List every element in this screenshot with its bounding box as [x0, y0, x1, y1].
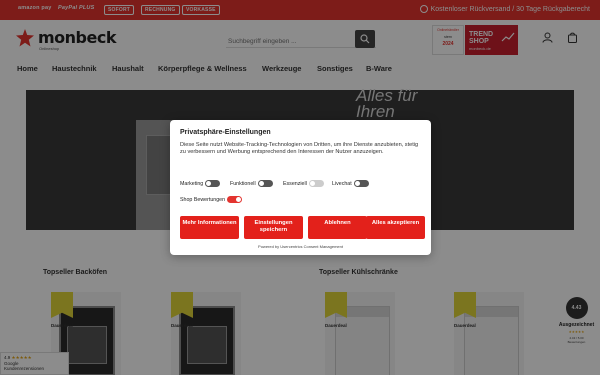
toggle-switch[interactable] — [205, 180, 221, 187]
toggle-switch-disabled — [308, 180, 324, 187]
accept-all-button[interactable]: Alles akzeptieren — [366, 216, 425, 239]
dialog-text: Diese Seite nutzt Website-Tracking-Techn… — [180, 142, 419, 156]
privacy-settings-dialog: Privatsphäre-Einstellungen Diese Seite n… — [170, 120, 431, 255]
consent-toggles: Marketing Funktionell Essenziell Livecha… — [180, 180, 425, 190]
toggle-funktionell[interactable]: Funktionell — [230, 180, 273, 187]
toggle-marketing[interactable]: Marketing — [180, 180, 221, 187]
toggle-switch-on[interactable] — [227, 196, 243, 203]
powered-by-text: Powered by Usercentrics Consent Manageme… — [258, 244, 343, 249]
dialog-title: Privatsphäre-Einstellungen — [180, 129, 271, 136]
more-info-button[interactable]: Mehr Informationen — [180, 216, 239, 239]
toggle-shop-bewertungen[interactable]: Shop Bewertungen — [180, 196, 243, 203]
toggle-livechat[interactable]: Livechat — [332, 180, 369, 187]
save-settings-button[interactable]: Einstellungen speichern — [244, 216, 303, 239]
toggle-switch[interactable] — [353, 180, 369, 187]
decline-button[interactable]: Ablehnen — [308, 216, 367, 239]
toggle-switch[interactable] — [257, 180, 273, 187]
toggle-essenziell: Essenziell — [283, 180, 324, 187]
